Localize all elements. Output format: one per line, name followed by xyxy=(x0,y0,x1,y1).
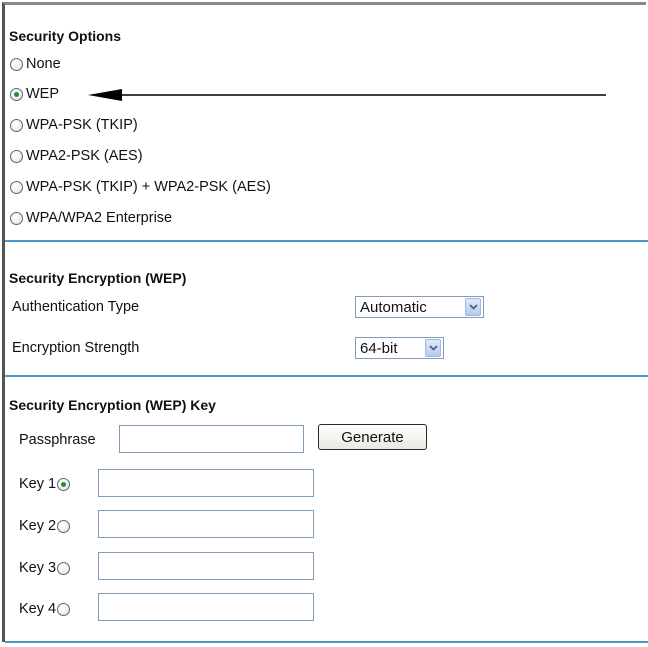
key-2-radio[interactable] xyxy=(57,519,70,533)
option-wpa2-psk-label: WPA2-PSK (AES) xyxy=(26,148,143,164)
security-options-heading: Security Options xyxy=(9,28,122,44)
section-divider xyxy=(5,375,648,377)
key-row-2: Key 2 xyxy=(19,518,73,534)
radio-wpa2-psk[interactable] xyxy=(10,149,23,163)
key-row-1: Key 1 xyxy=(19,476,73,492)
encryption-strength-select[interactable]: 64-bit xyxy=(355,337,444,359)
encryption-strength-value: 64-bit xyxy=(360,339,398,357)
option-none[interactable]: None xyxy=(10,56,61,72)
key-1-input[interactable] xyxy=(98,469,314,497)
key-3-input[interactable] xyxy=(98,552,314,580)
key-4-input[interactable] xyxy=(98,593,314,621)
option-wpa-mixed-label: WPA-PSK (TKIP) + WPA2-PSK (AES) xyxy=(26,179,271,195)
radio-enterprise[interactable] xyxy=(10,211,23,225)
passphrase-label: Passphrase xyxy=(19,432,96,448)
encryption-strength-label: Encryption Strength xyxy=(12,340,140,356)
encryption-heading: Security Encryption (WEP) xyxy=(9,270,187,286)
key-1-label: Key 1 xyxy=(19,476,57,492)
option-wpa-psk-label: WPA-PSK (TKIP) xyxy=(26,117,138,133)
radio-wep[interactable] xyxy=(10,87,23,101)
key-2-label: Key 2 xyxy=(19,518,57,534)
key-row-3: Key 3 xyxy=(19,560,73,576)
chevron-down-icon[interactable] xyxy=(465,298,481,316)
pointer-arrow-icon xyxy=(88,89,606,101)
section-divider xyxy=(5,641,648,643)
option-wpa2-psk[interactable]: WPA2-PSK (AES) xyxy=(10,148,143,164)
option-enterprise[interactable]: WPA/WPA2 Enterprise xyxy=(10,210,172,226)
radio-wpa-psk[interactable] xyxy=(10,118,23,132)
key-1-radio[interactable] xyxy=(57,477,70,491)
option-none-label: None xyxy=(26,56,61,72)
wep-key-heading: Security Encryption (WEP) Key xyxy=(9,397,216,413)
option-wep-label: WEP xyxy=(26,86,60,102)
option-wep[interactable]: WEP xyxy=(10,86,59,102)
chevron-down-icon[interactable] xyxy=(425,339,441,357)
section-divider xyxy=(5,240,648,242)
radio-wpa-mixed[interactable] xyxy=(10,180,23,194)
key-3-radio[interactable] xyxy=(57,561,70,575)
auth-type-value: Automatic xyxy=(360,298,427,316)
option-wpa-psk[interactable]: WPA-PSK (TKIP) xyxy=(10,117,138,133)
option-wpa-mixed[interactable]: WPA-PSK (TKIP) + WPA2-PSK (AES) xyxy=(10,179,271,195)
key-4-label: Key 4 xyxy=(19,601,57,617)
radio-none[interactable] xyxy=(10,57,23,71)
passphrase-input[interactable] xyxy=(119,425,304,453)
option-enterprise-label: WPA/WPA2 Enterprise xyxy=(26,210,173,226)
auth-type-select[interactable]: Automatic xyxy=(355,296,484,318)
key-3-label: Key 3 xyxy=(19,560,57,576)
auth-type-label: Authentication Type xyxy=(12,299,140,315)
key-row-4: Key 4 xyxy=(19,601,73,617)
key-4-radio[interactable] xyxy=(57,602,70,616)
generate-button[interactable]: Generate xyxy=(318,424,427,450)
key-2-input[interactable] xyxy=(98,510,314,538)
